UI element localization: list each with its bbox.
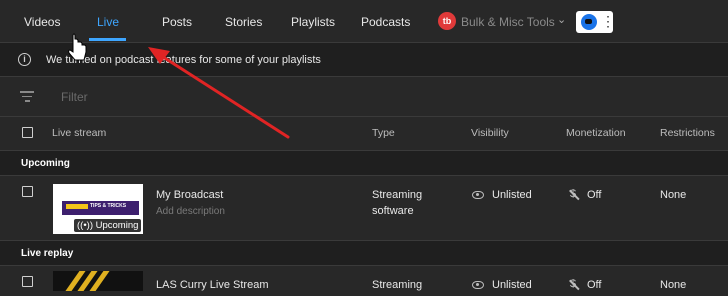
banner-text: We turned on podcast features for some o… <box>46 54 321 66</box>
stream-thumbnail[interactable]: TIPS & TRICKS ((•)) Upcoming <box>53 184 143 234</box>
monetization-value[interactable]: Off <box>587 189 601 201</box>
info-icon: i <box>18 53 31 66</box>
section-label: Upcoming <box>21 158 70 169</box>
tab-videos[interactable]: Videos <box>24 15 60 29</box>
stream-thumbnail[interactable] <box>53 271 143 291</box>
table-header: Live stream Type Visibility Monetization… <box>0 117 728 151</box>
select-all-checkbox[interactable] <box>22 127 33 138</box>
filter-bar: Filter <box>0 77 728 117</box>
section-upcoming: Upcoming <box>0 151 728 176</box>
stream-title[interactable]: LAS Curry Live Stream <box>156 279 268 291</box>
monetization-off-icon: $ <box>570 278 577 290</box>
section-live-replay: Live replay <box>0 241 728 266</box>
filter-input[interactable]: Filter <box>61 90 88 104</box>
section-label: Live replay <box>21 248 74 259</box>
monetization-off-icon: $ <box>570 188 577 200</box>
row-checkbox[interactable] <box>22 186 33 197</box>
column-restrictions[interactable]: Restrictions <box>660 127 715 139</box>
monetization-value[interactable]: Off <box>587 279 601 291</box>
podcast-info-banner: i We turned on podcast features for some… <box>0 43 728 77</box>
column-visibility[interactable]: Visibility <box>471 127 509 139</box>
camera-icon <box>581 14 597 30</box>
stream-description[interactable]: Add description <box>156 206 225 217</box>
extension-button[interactable]: ⋮ <box>576 11 615 33</box>
more-vert-icon[interactable]: ⋮ <box>601 12 615 30</box>
column-type[interactable]: Type <box>372 127 395 139</box>
row-checkbox[interactable] <box>22 276 33 287</box>
column-monetization[interactable]: Monetization <box>566 127 626 139</box>
restrictions-value: None <box>660 189 687 201</box>
chevron-down-icon[interactable]: ⌄ <box>557 13 566 26</box>
channel-content-tabs: Videos Live Posts Stories Playlists Podc… <box>0 0 728 43</box>
upcoming-badge: ((•)) Upcoming <box>74 219 142 232</box>
tab-live[interactable]: Live <box>97 15 119 29</box>
thumbnail-text: TIPS & TRICKS <box>90 203 127 209</box>
tubebuddy-logo: tb <box>438 12 456 30</box>
tab-posts[interactable]: Posts <box>162 15 192 29</box>
eye-icon <box>472 191 484 199</box>
active-tab-indicator <box>89 38 126 41</box>
thumbnail-logo <box>66 204 88 209</box>
stream-type-line2: software <box>372 205 414 217</box>
tab-stories[interactable]: Stories <box>225 15 262 29</box>
bulk-misc-tools-menu[interactable]: Bulk & Misc Tools <box>461 15 555 29</box>
tab-playlists[interactable]: Playlists <box>291 15 335 29</box>
stream-type: Streaming <box>372 189 423 201</box>
filter-icon[interactable] <box>20 91 34 103</box>
restrictions-value: None <box>660 279 687 291</box>
visibility-value[interactable]: Unlisted <box>492 279 532 291</box>
stream-title[interactable]: My Broadcast <box>156 189 223 201</box>
visibility-value[interactable]: Unlisted <box>492 189 532 201</box>
tab-podcasts[interactable]: Podcasts <box>361 15 410 29</box>
stream-type: Streaming <box>372 279 423 291</box>
column-live-stream[interactable]: Live stream <box>52 127 106 139</box>
eye-icon <box>472 281 484 289</box>
